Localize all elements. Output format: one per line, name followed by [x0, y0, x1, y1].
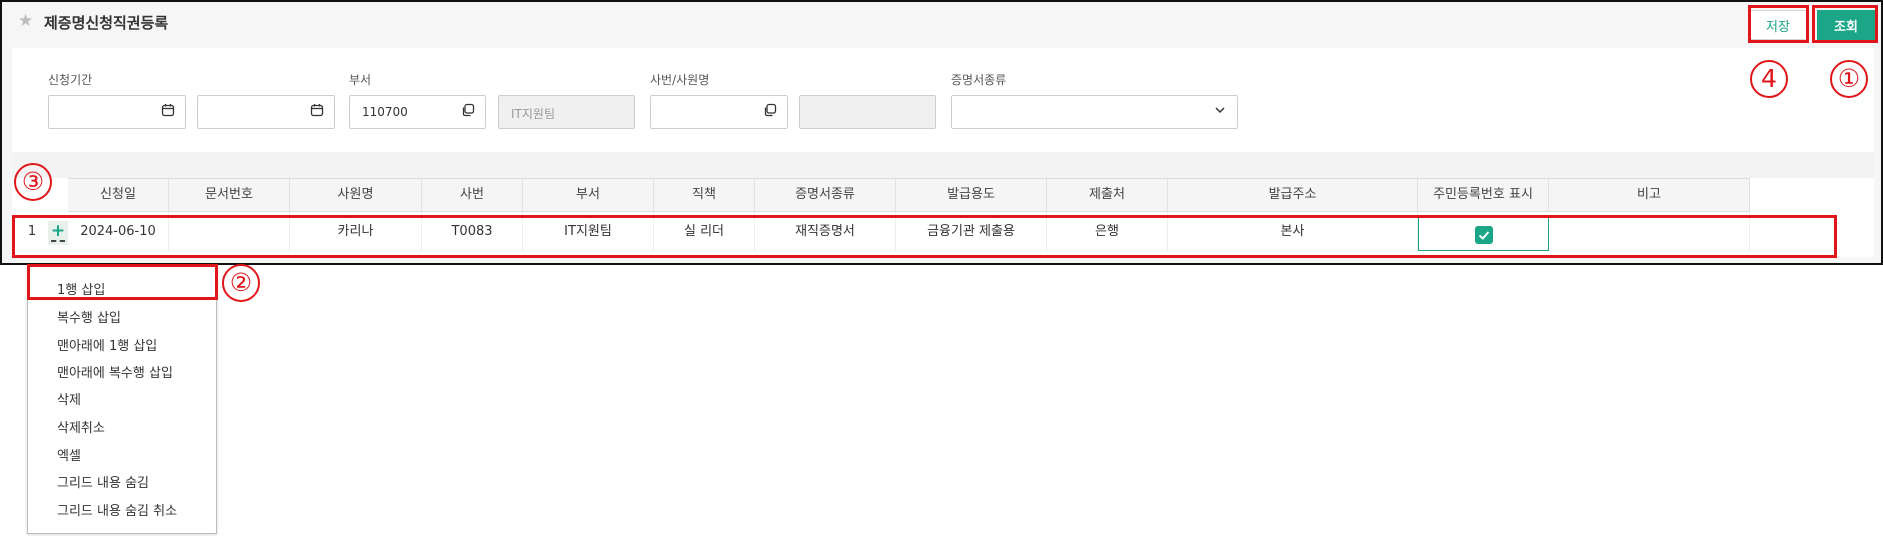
column-header[interactable]: 사원명	[290, 179, 422, 211]
column-header[interactable]: 주민등록번호 표시	[1418, 179, 1549, 211]
menu-item-excel[interactable]: 엑셀	[57, 445, 81, 464]
page-title: 제증명신청직권등록	[44, 14, 169, 32]
copy-icon[interactable]	[763, 103, 777, 117]
ssn-display-cell[interactable]	[1418, 217, 1549, 251]
emp-id-field[interactable]	[650, 95, 788, 129]
search-button[interactable]: 조회	[1817, 10, 1875, 40]
plus-icon[interactable]: +	[48, 221, 68, 245]
period-from-field[interactable]	[48, 95, 186, 129]
cert-type-select[interactable]	[951, 95, 1238, 129]
column-header[interactable]: 제출처	[1047, 179, 1168, 211]
table-cell[interactable]: T0083	[422, 212, 523, 252]
table-cell[interactable]: 카리나	[290, 212, 422, 252]
show-ssn-checkbox[interactable]	[1475, 226, 1493, 244]
annotation-1: ①	[1830, 60, 1868, 98]
menu-item-append-rows[interactable]: 맨아래에 복수행 삽입	[57, 362, 173, 381]
column-header[interactable]: 사번	[422, 179, 523, 211]
table-cell[interactable]: 금융기관 제출용	[896, 212, 1047, 252]
menu-item-undo-delete[interactable]: 삭제취소	[57, 417, 105, 436]
menu-item-insert-rows[interactable]: 복수행 삽입	[57, 307, 121, 326]
separator	[12, 152, 1874, 178]
table-cell[interactable]: 실 리더	[654, 212, 755, 252]
annotation-2: ②	[222, 264, 260, 302]
table-cell[interactable]: 본사	[1168, 212, 1418, 252]
calendar-icon[interactable]	[161, 103, 175, 117]
column-header[interactable]: 증명서종류	[755, 179, 896, 211]
column-header[interactable]: 신청일	[68, 179, 169, 211]
column-header[interactable]: 비고	[1549, 179, 1750, 211]
dept-code-field[interactable]: 110700	[349, 95, 486, 129]
table-cell[interactable]: 재직증명서	[755, 212, 896, 252]
column-header[interactable]: 부서	[523, 179, 654, 211]
column-header[interactable]: 문서번호	[169, 179, 290, 211]
menu-item-hide-grid[interactable]: 그리드 내용 숨김	[57, 472, 149, 491]
grid-header: 신청일 문서번호 사원명 사번 부서 직책 증명서종류 발급용도 제출처 발급주…	[68, 178, 1750, 212]
table-cell[interactable]	[169, 212, 290, 252]
check-icon	[1478, 231, 1490, 240]
dept-label: 부서	[349, 73, 372, 87]
dept-name-field: IT지원팀	[498, 95, 635, 129]
table-cell[interactable]: IT지원팀	[523, 212, 654, 252]
menu-item-append-row[interactable]: 맨아래에 1행 삽입	[57, 335, 157, 354]
menu-item-show-grid[interactable]: 그리드 내용 숨김 취소	[57, 500, 177, 519]
table-cell[interactable]: 2024-06-10	[68, 212, 169, 252]
row-number: 1	[27, 224, 37, 239]
column-header[interactable]: 직책	[654, 179, 755, 211]
star-icon[interactable]: ★	[18, 11, 33, 31]
menu-item-insert-row[interactable]: 1행 삽입	[57, 279, 105, 298]
column-header[interactable]: 발급용도	[896, 179, 1047, 211]
emp-name-field	[799, 95, 936, 129]
menu-item-delete[interactable]: 삭제	[57, 389, 81, 408]
save-button[interactable]: 저장	[1749, 10, 1807, 40]
period-to-field[interactable]	[197, 95, 335, 129]
copy-icon[interactable]	[461, 103, 475, 117]
calendar-icon[interactable]	[310, 103, 324, 117]
table-cell[interactable]	[1549, 212, 1750, 252]
period-label: 신청기간	[48, 73, 93, 87]
annotation-4: 4	[1750, 60, 1788, 98]
emp-label: 사번/사원명	[650, 73, 710, 87]
annotation-3: ③	[14, 163, 52, 201]
cert-type-label: 증명서종류	[951, 73, 1007, 87]
column-header[interactable]: 발급주소	[1168, 179, 1418, 211]
chevron-down-icon[interactable]	[1213, 103, 1227, 117]
table-cell[interactable]: 은행	[1047, 212, 1168, 252]
context-menu	[27, 264, 217, 534]
